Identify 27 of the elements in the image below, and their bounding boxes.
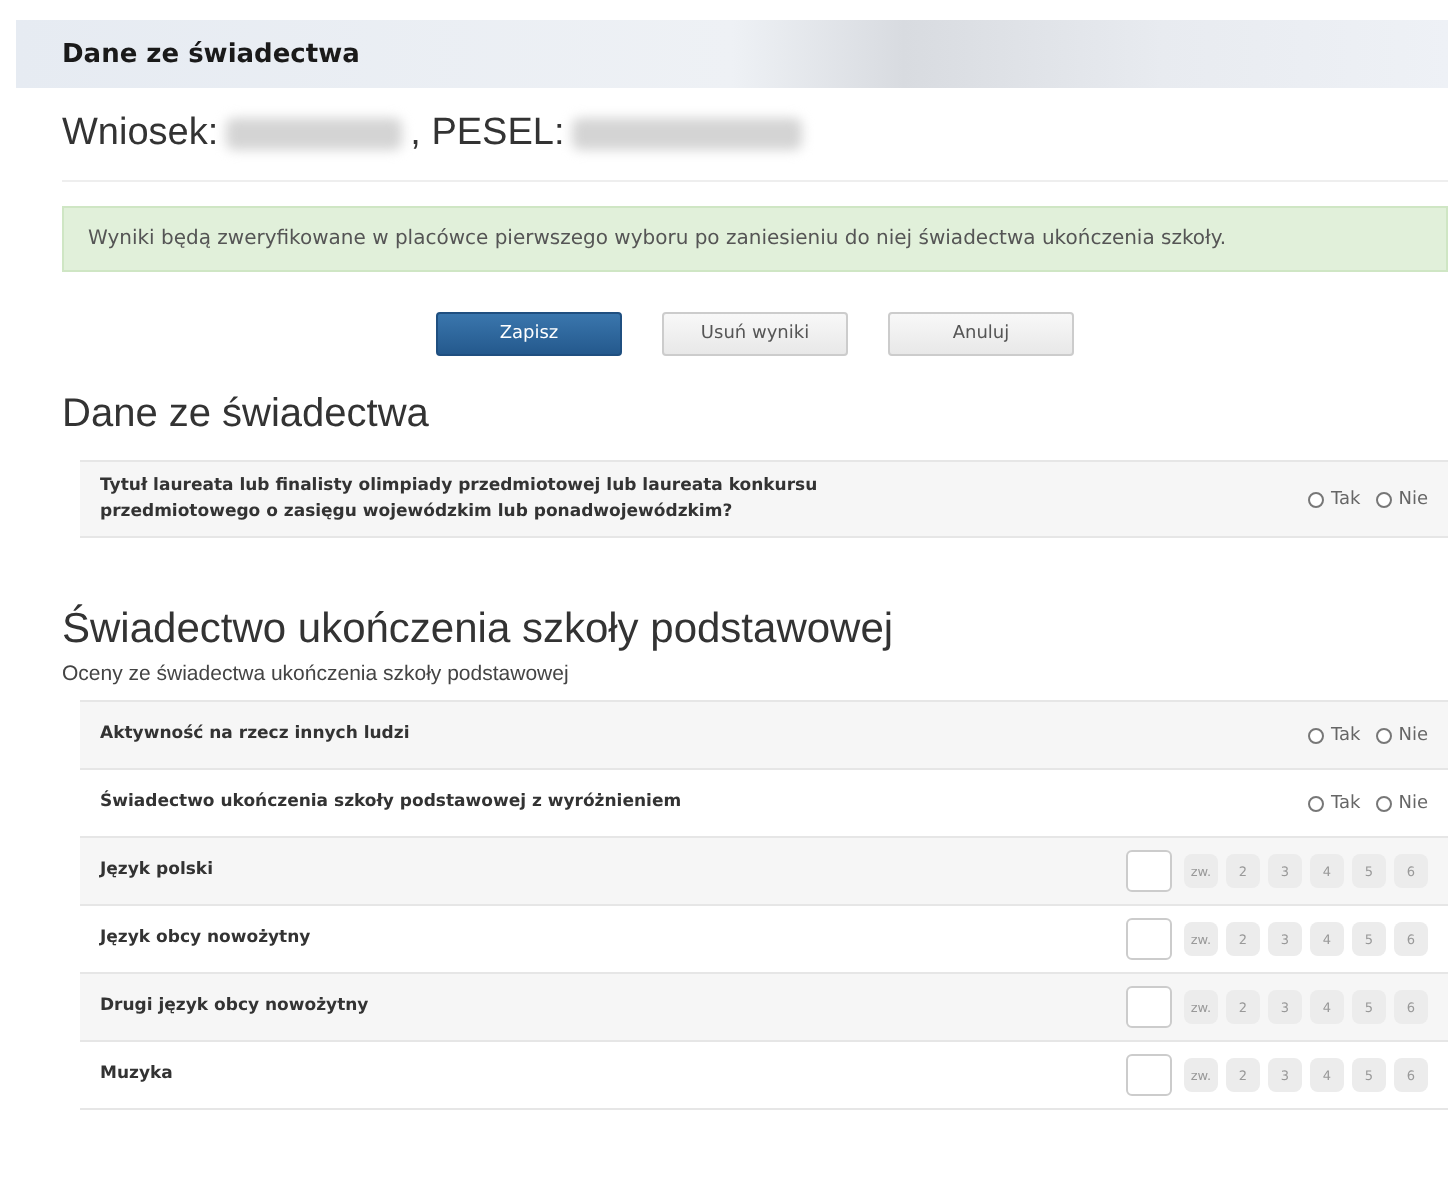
save-button[interactable]: Zapisz [436, 312, 622, 356]
header-title: Dane ze świadectwa [62, 39, 360, 69]
radio-option[interactable]: Tak [1308, 725, 1361, 745]
section-title: Świadectwo ukończenia szkoły podstawowej [62, 606, 896, 654]
radio-option[interactable]: Tak [1308, 793, 1361, 813]
action-button[interactable]: Anuluj [888, 312, 1074, 356]
radio-option[interactable]: Nie [1376, 489, 1428, 509]
radio-option[interactable]: Tak [1308, 489, 1361, 509]
grade-field[interactable] [1126, 918, 1172, 960]
section-subtitle: Oceny ze świadectwa ukończenia szkoły podstawowej [62, 662, 571, 686]
row-label: Tytuł laureata lub finalisty olimpiady przedmiotowej lub laureata konkursu przedmiotowego o zasięgu wojewódzkim lub ponadwojewódzkim? [100, 474, 820, 524]
row-label: Aktywność na rzecz innych ludzi [100, 722, 410, 748]
grade-field[interactable] [1126, 1054, 1172, 1096]
row-label: Język obcy nowożytny [100, 926, 311, 952]
section-title: Dane ze świadectwa [62, 392, 431, 438]
radio-option[interactable]: Nie [1376, 793, 1428, 813]
row-label: Świadectwo ukończenia szkoły podstawowej z wyróżnieniem [100, 790, 682, 816]
grade-field[interactable] [1126, 986, 1172, 1028]
row-label: Język polski [100, 858, 213, 884]
row-label: Muzyka [100, 1062, 173, 1088]
row-label: Drugi język obcy nowożytny [100, 994, 369, 1020]
pesel-label: , PESEL: [410, 112, 565, 156]
application-label: Wniosek: [62, 112, 219, 156]
info-alert: Wyniki będą zweryfikowane w placówce pierwszego wyboru po zaniesieniu do niej świadectwa ukończenia szkoły. [62, 206, 1448, 272]
action-button[interactable]: Usuń wyniki [662, 312, 848, 356]
radio-option[interactable]: Nie [1376, 725, 1428, 745]
grade-field[interactable] [1126, 850, 1172, 892]
